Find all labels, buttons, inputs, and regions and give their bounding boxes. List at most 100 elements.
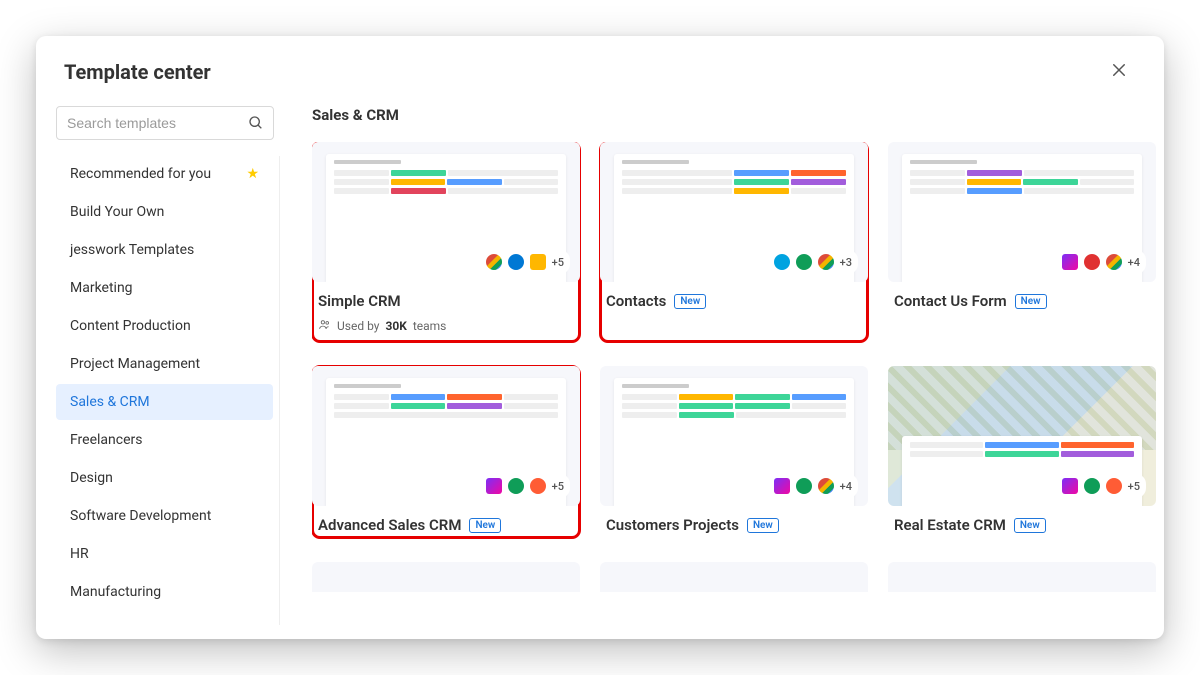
template-card-contacts[interactable]: +3 Contacts New <box>600 142 868 342</box>
used-by-suffix: teams <box>413 319 447 333</box>
sidebar-item-recommended[interactable]: Recommended for you ★ <box>56 156 273 192</box>
more-count: +5 <box>552 256 564 269</box>
template-card-partial[interactable] <box>312 562 580 592</box>
search-field[interactable] <box>56 106 274 140</box>
people-icon <box>318 318 331 334</box>
integration-icon <box>1062 254 1078 270</box>
integration-icons: +4 <box>768 474 858 498</box>
template-thumbnail: +5 <box>888 366 1156 506</box>
gmail-icon <box>1106 254 1122 270</box>
new-badge: New <box>469 518 501 533</box>
sidebar-item-design[interactable]: Design <box>56 460 273 496</box>
sidebar-item-label: Sales & CRM <box>70 394 150 410</box>
sidebar-item-label: Content Production <box>70 318 191 334</box>
integration-icons: +5 <box>480 474 570 498</box>
template-thumbnail: +4 <box>888 142 1156 282</box>
sidebar: Recommended for you ★ Build Your Own jes… <box>36 92 284 639</box>
sidebar-item-jesswork[interactable]: jesswork Templates <box>56 232 273 268</box>
template-thumbnail: +5 <box>312 366 580 506</box>
more-count: +4 <box>1128 256 1140 269</box>
sidebar-item-label: Design <box>70 470 113 486</box>
more-count: +5 <box>1128 480 1140 493</box>
template-card-simple-crm[interactable]: +5 Simple CRM Used by 30K teams <box>312 142 580 342</box>
integration-icon <box>486 478 502 494</box>
gmail-icon <box>818 478 834 494</box>
template-thumbnail: +3 <box>600 142 868 282</box>
sidebar-item-project-management[interactable]: Project Management <box>56 346 273 382</box>
template-card-contact-us-form[interactable]: +4 Contact Us Form New <box>888 142 1156 342</box>
drive-icon <box>508 478 524 494</box>
integration-icons: +5 <box>1056 474 1146 498</box>
integration-icon <box>1084 254 1100 270</box>
modal-title: Template center <box>64 60 211 84</box>
sidebar-scroll[interactable]: Recommended for you ★ Build Your Own jes… <box>56 156 280 625</box>
template-card-partial[interactable] <box>600 562 868 592</box>
section-title: Sales & CRM <box>312 106 1156 124</box>
more-count: +3 <box>840 256 852 269</box>
template-thumbnail: +4 <box>600 366 868 506</box>
sidebar-item-marketing[interactable]: Marketing <box>56 270 273 306</box>
template-title: Simple CRM <box>318 292 401 310</box>
sidebar-item-hr[interactable]: HR <box>56 536 273 572</box>
search-input[interactable] <box>67 115 248 131</box>
sidebar-item-label: Freelancers <box>70 432 143 448</box>
modal-body: Recommended for you ★ Build Your Own jes… <box>36 92 1164 639</box>
mailchimp-icon <box>530 254 546 270</box>
main-content: Sales & CRM <box>284 92 1164 639</box>
template-card-customers-projects[interactable]: +4 Customers Projects New <box>600 366 868 538</box>
sidebar-item-content-production[interactable]: Content Production <box>56 308 273 344</box>
sidebar-item-label: jesswork Templates <box>70 242 194 258</box>
template-title: Real Estate CRM <box>894 516 1006 534</box>
gmail-icon <box>818 254 834 270</box>
integration-icon <box>774 478 790 494</box>
template-title: Customers Projects <box>606 516 739 534</box>
template-thumbnail <box>312 562 580 592</box>
integration-icons: +3 <box>768 250 858 274</box>
drive-icon <box>796 254 812 270</box>
modal-header: Template center <box>36 36 1164 92</box>
sidebar-item-build-your-own[interactable]: Build Your Own <box>56 194 273 230</box>
template-thumbnail: +5 <box>312 142 580 282</box>
new-badge: New <box>1014 518 1046 533</box>
template-title: Advanced Sales CRM <box>318 516 461 534</box>
search-icon <box>248 115 264 131</box>
template-card-real-estate-crm[interactable]: +5 Real Estate CRM New <box>888 366 1156 538</box>
sidebar-item-manufacturing[interactable]: Manufacturing <box>56 574 273 610</box>
sidebar-item-sales-crm[interactable]: Sales & CRM <box>56 384 273 420</box>
integration-icons: +5 <box>480 250 570 274</box>
star-icon: ★ <box>246 166 259 182</box>
new-badge: New <box>1015 294 1047 309</box>
more-count: +5 <box>552 480 564 493</box>
sidebar-item-software-dev[interactable]: Software Development <box>56 498 273 534</box>
close-icon[interactable] <box>1102 56 1136 88</box>
sidebar-item-label: Manufacturing <box>70 584 161 600</box>
drive-icon <box>796 478 812 494</box>
template-title: Contact Us Form <box>894 292 1007 310</box>
gmail-icon <box>486 254 502 270</box>
template-grid: +5 Simple CRM Used by 30K teams <box>312 142 1156 592</box>
sidebar-item-label: Marketing <box>70 280 133 296</box>
template-card-partial[interactable] <box>888 562 1156 592</box>
integration-icons: +4 <box>1056 250 1146 274</box>
template-thumbnail <box>888 562 1156 592</box>
drive-icon <box>1084 478 1100 494</box>
sidebar-item-label: Build Your Own <box>70 204 164 220</box>
sidebar-item-label: Software Development <box>70 508 211 524</box>
used-by-count: 30K <box>385 319 406 333</box>
sidebar-item-label: HR <box>70 546 89 562</box>
sidebar-item-label: Recommended for you <box>70 166 211 182</box>
template-title: Contacts <box>606 292 666 310</box>
template-center-modal: Template center Recommended for you ★ Bu… <box>36 36 1164 639</box>
hubspot-icon <box>1106 478 1122 494</box>
hubspot-icon <box>530 478 546 494</box>
new-badge: New <box>747 518 779 533</box>
sidebar-item-label: Project Management <box>70 356 200 372</box>
template-card-advanced-sales-crm[interactable]: +5 Advanced Sales CRM New <box>312 366 580 538</box>
used-by-prefix: Used by <box>337 319 379 333</box>
used-by-row: Used by 30K teams <box>312 314 580 342</box>
sidebar-item-freelancers[interactable]: Freelancers <box>56 422 273 458</box>
more-count: +4 <box>840 480 852 493</box>
template-thumbnail <box>600 562 868 592</box>
integration-icon <box>1062 478 1078 494</box>
new-badge: New <box>674 294 706 309</box>
